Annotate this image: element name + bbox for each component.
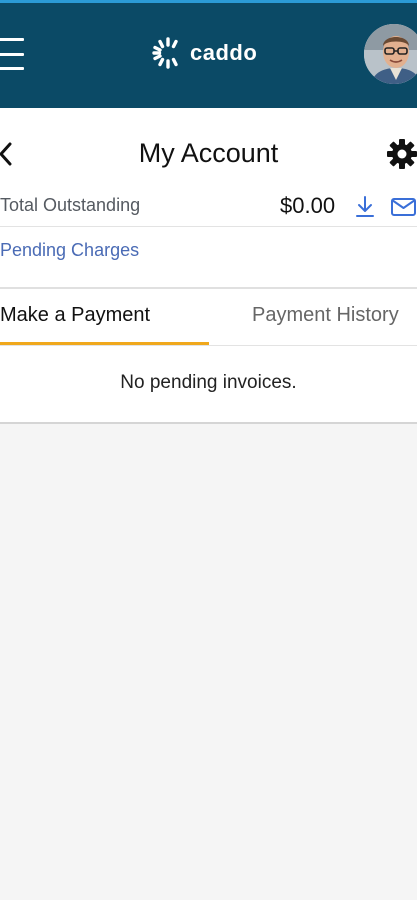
mail-icon[interactable] [390,197,417,217]
gear-icon[interactable] [386,138,417,170]
pending-charges-link[interactable]: Pending Charges [0,240,139,261]
total-outstanding-amount: $0.00 [280,193,336,218]
caddo-logo: caddo [152,35,257,71]
empty-state-message: No pending invoices. [120,372,297,393]
divider [0,226,417,227]
user-avatar[interactable] [362,22,417,86]
tab-payment-history[interactable]: Payment History [252,304,399,327]
brand-name: caddo [190,40,258,65]
download-icon[interactable] [354,195,376,219]
page-title: My Account [138,138,279,168]
hamburger-menu-icon[interactable] [0,38,24,70]
avatar-photo [364,24,417,84]
caddo-logo-icon [152,37,178,69]
divider [0,287,417,289]
tab-make-a-payment[interactable]: Make a Payment [0,304,150,327]
divider [0,345,417,346]
total-outstanding-label: Total Outstanding [0,195,141,215]
header-accent-line [0,0,417,3]
app-header: caddo [0,0,417,108]
